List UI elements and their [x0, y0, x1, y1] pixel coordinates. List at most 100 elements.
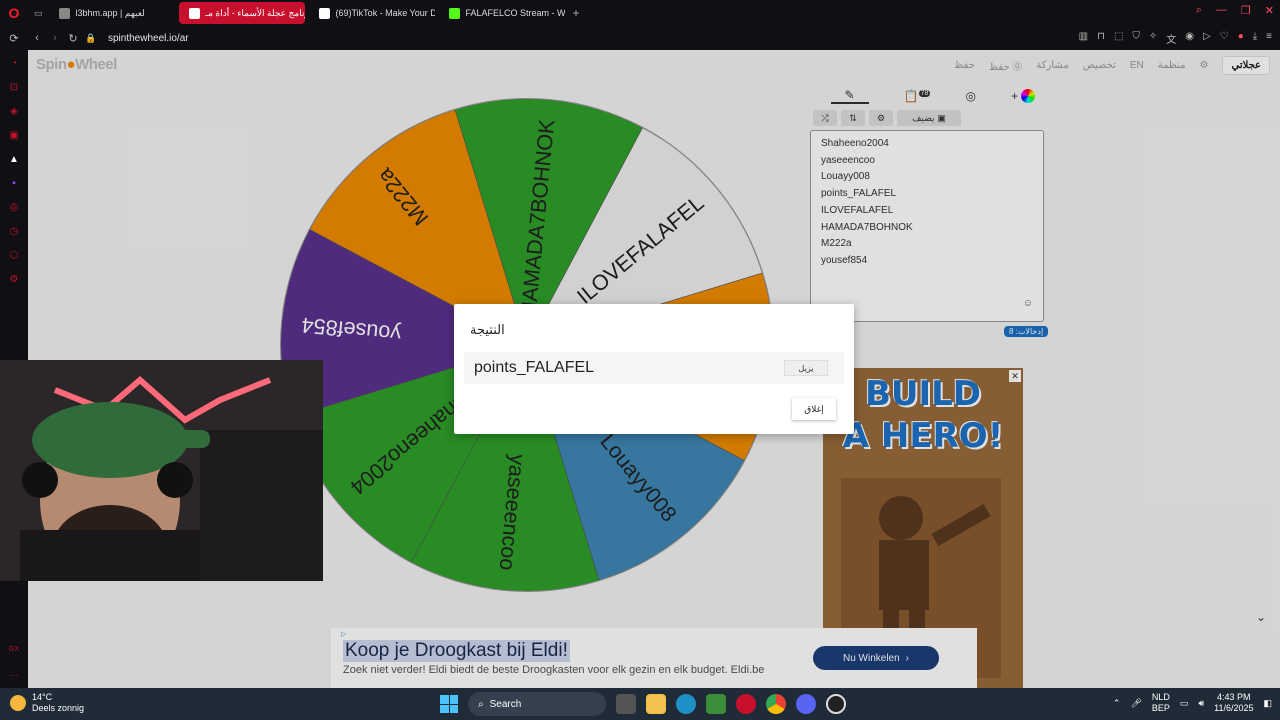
profile-icon[interactable]: ● [1238, 31, 1244, 46]
split-view-icon[interactable]: ▥ [1079, 31, 1088, 46]
pin-icon[interactable]: ⊓ [1097, 31, 1105, 46]
taskbar-search[interactable]: ⌕ Search [468, 692, 606, 716]
reload-button[interactable]: ↻ [64, 32, 82, 45]
tab-hide-eye-icon[interactable]: ◎ [966, 89, 976, 103]
opera-gx-icon[interactable] [736, 694, 756, 714]
ad-info-icon[interactable]: ▷ [341, 630, 346, 638]
tray-chevron-up-icon[interactable]: ⌃ [1113, 698, 1121, 709]
settings-icon[interactable]: ⚙ [8, 274, 20, 286]
mail-icon[interactable]: ▣ [8, 130, 20, 142]
nav-item-share[interactable]: مشاركة [1036, 60, 1068, 71]
search-tabs-icon[interactable]: ⌕ [1196, 4, 1202, 17]
nav-item-customize[interactable]: تخصيص [1083, 60, 1116, 71]
site-nav: حفظ حفظ ⓪ مشاركة تخصيص EN منظمة ⚙ عجلاتي [954, 56, 1270, 75]
ad-close-icon[interactable]: ✕ [1009, 370, 1021, 382]
nav-item-save-count[interactable]: حفظ ⓪ [989, 58, 1023, 73]
tab-add-color-icon[interactable]: + [1011, 89, 1036, 104]
snapshot-icon[interactable]: ⬚ [1114, 31, 1123, 46]
winner-name: points_FALAFEL [474, 359, 595, 376]
play-icon[interactable]: ▷ [1203, 31, 1211, 46]
download-icon[interactable]: ⤓ [1253, 31, 1257, 46]
shop-now-label: Nu Winkelen [842, 652, 900, 664]
menu-icon[interactable]: ≡ [1266, 31, 1272, 46]
heart-icon[interactable]: ♡ [1220, 31, 1229, 46]
chevron-down-icon[interactable]: ⌄ [1256, 610, 1266, 624]
player-icon[interactable]: ◎ [8, 202, 20, 214]
reload-sidebar-icon[interactable]: ⟳ [0, 32, 28, 45]
camera-icon[interactable]: ◉ [1185, 31, 1194, 46]
gear-icon[interactable]: ⚙ [1200, 60, 1209, 71]
close-dialog-button[interactable]: إغلاق [792, 398, 836, 420]
site-logo[interactable]: Spin●Wheel [36, 56, 117, 73]
edge-icon[interactable] [676, 694, 696, 714]
clock-date: 11/6/2025 [1214, 703, 1254, 713]
messenger-icon[interactable]: ◈ [8, 106, 20, 118]
shop-now-button[interactable]: Nu Winkelen › [813, 646, 939, 670]
tab-title: l3bhm.app | لعبهم [75, 7, 145, 18]
chrome-icon[interactable] [766, 694, 786, 714]
bag-icon[interactable]: ⊡ [8, 82, 20, 94]
shield-icon[interactable]: ⛉ [1132, 31, 1140, 46]
forward-button[interactable]: › [46, 32, 64, 44]
twitch-icon[interactable]: ▪ [8, 178, 20, 190]
app-icon[interactable]: ▲ [8, 154, 20, 166]
translate-icon[interactable]: 文 [1166, 31, 1176, 46]
taskbar-clock[interactable]: 4:43 PM 11/6/2025 [1214, 692, 1253, 714]
tab-favicon-icon [58, 7, 70, 19]
task-view-icon[interactable] [616, 694, 636, 714]
gx-icon[interactable]: GX [8, 644, 20, 656]
result-dialog: النتيجة points_FALAFEL يزيل إغلاق [454, 304, 854, 434]
language-indicator[interactable]: NLD BEP [1152, 692, 1170, 714]
weather-condition: Deels zonnig [32, 703, 85, 713]
entry-line: yousef854 [821, 254, 868, 266]
extension-icon[interactable]: ✧ [1149, 31, 1157, 46]
weather-widget[interactable]: 14°C Deels zonnig [10, 692, 84, 714]
eldi-ad-banner[interactable]: ▷ Koop je Droogkast bij Eldi! Zoek niet … [331, 628, 977, 688]
add-image-label: يضيف [912, 112, 935, 123]
more-icon[interactable]: … [8, 668, 20, 680]
add-image-button[interactable]: يضيف ▣ [897, 110, 961, 126]
aria-icon[interactable]: ◔ [8, 58, 20, 70]
search-icon: ⌕ [478, 698, 484, 710]
file-explorer-icon[interactable] [646, 694, 666, 714]
tab-results-clipboard-icon[interactable]: 📋 78 [904, 89, 931, 103]
streamer-webcam-image [0, 360, 323, 581]
discord-icon[interactable] [796, 694, 816, 714]
new-tab-button[interactable]: + [565, 6, 588, 20]
opera-logo-icon[interactable]: O [0, 0, 28, 26]
network-icon[interactable]: ▭ [1180, 698, 1189, 709]
results-badge: 78 [918, 90, 931, 97]
cube-icon[interactable]: ⬡ [8, 250, 20, 262]
nav-item-organization[interactable]: منظمة [1158, 60, 1186, 71]
shuffle-button[interactable]: ⤮ [813, 110, 837, 126]
store-icon[interactable] [706, 694, 726, 714]
tab-sidebar-toggle[interactable]: ▭ [28, 2, 49, 24]
notifications-icon[interactable]: ◧ [1263, 698, 1272, 709]
ad-description: Zoek niet verder! Eldi biedt de beste Dr… [343, 664, 765, 676]
history-icon[interactable]: ◷ [8, 226, 20, 238]
back-button[interactable]: ‹ [28, 32, 46, 44]
obs-icon[interactable] [826, 694, 846, 714]
tab-edit-pencil-icon[interactable]: ✎ [830, 88, 869, 104]
browser-tab[interactable]: l3bhm.app | لعبهم [49, 2, 175, 24]
nav-item-save[interactable]: حفظ [954, 60, 975, 71]
nav-item-language[interactable]: EN [1130, 60, 1144, 71]
browser-tab[interactable]: (69)TikTok - Make Your D [309, 2, 435, 24]
close-window-button[interactable]: ✕ [1265, 4, 1274, 17]
remove-button[interactable]: يزيل [784, 360, 828, 376]
browser-tab[interactable]: برنامج عجلة الأسماء - أداة مـ [178, 2, 305, 24]
restore-button[interactable]: ❐ [1241, 4, 1251, 17]
browser-tab[interactable]: FALAFELCO Stream - Wa [439, 2, 565, 24]
entries-textarea[interactable]: Shaheeno2004 yaseeencoo Louayy008 points_FA… [810, 130, 1044, 322]
tab-favicon-icon [318, 7, 330, 19]
url-field[interactable]: spinthewheel.io/ar [108, 33, 189, 44]
sort-button[interactable]: ⇅ [841, 110, 865, 126]
start-button[interactable] [440, 695, 458, 713]
microphone-icon[interactable]: 🎤︎ [1130, 698, 1141, 709]
volume-icon[interactable]: 🔊︎ [1198, 698, 1204, 709]
settings-button[interactable]: ⚙ [869, 110, 893, 126]
my-wheels-button[interactable]: عجلاتي [1222, 56, 1270, 75]
minimize-button[interactable]: — [1216, 4, 1227, 17]
emoji-icon[interactable]: ☺ [1023, 296, 1033, 313]
sun-icon [10, 695, 26, 711]
